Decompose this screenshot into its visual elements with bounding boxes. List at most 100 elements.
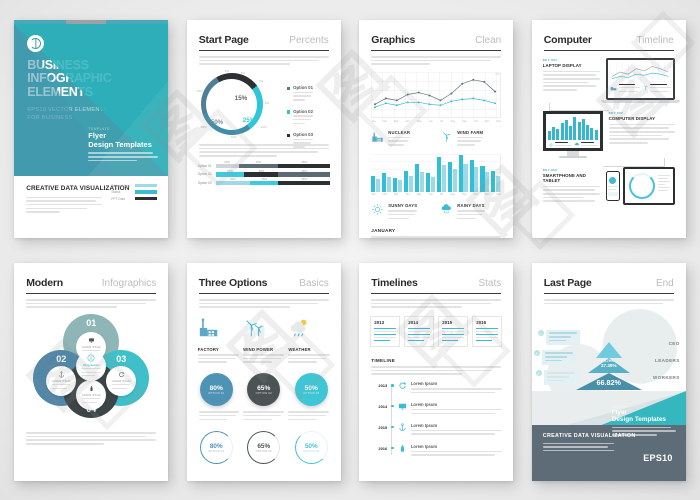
percent-circle-02[interactable]: 65% OPTION 02 [247,373,281,407]
weather-sunny: SUNNY DAYS [371,203,432,221]
option-name: WIND POWER [243,347,274,353]
timeline-item[interactable]: 2015 Lorem Ipsum [370,423,503,437]
last-page-footer: TEMPLATE Flyer Design Templates CREATIVE… [531,390,686,481]
percent-label: OPTION 02 [255,449,272,453]
option-name: FACTORY [197,347,219,353]
percent-ring-01[interactable]: 80% OPTION 01 [199,431,233,465]
header-rule [198,292,329,295]
brochure-grid: BUSINESS INFOGRAPHIC ELEMENTS EPS10 VECT… [0,0,700,500]
year-label: 2016 [476,320,487,326]
legend-row: Status [111,190,158,194]
page-modern[interactable]: Modern Infographics 01 02 03 04 [14,262,169,481]
phone-mockup [605,171,620,202]
sun-icon [549,143,553,147]
pyramid-value: 66.82% [596,378,621,388]
timeline-item[interactable]: 2016 Lorem Ipsum [370,444,503,458]
anchor-icon [58,371,64,379]
header-rule [543,49,674,52]
donut-tick: 7% [258,79,264,84]
timeline-title: Lorem Ipsum [410,401,438,407]
percent-value: 65% [257,442,271,450]
refresh-icon [118,372,124,378]
footer-badge: TEMPLATE Flyer Design Templates [611,405,676,438]
header-rule [371,49,502,52]
legend-row: PPT Data [111,196,158,201]
weather-row: SUNNY DAYS RAINY DAYS [371,203,501,221]
bar-segment: 25% [249,177,279,185]
line-chart-xaxis: Jan Feb Mar Apr May Jun Jul Aug Sep Oct Nov De… [371,119,502,123]
legend-swatch [135,196,158,201]
bar-segment: 20% [215,160,239,169]
petal-number: 02 [56,354,67,365]
timeline-item[interactable]: 2014 Lorem Ipsum [370,401,503,416]
donut-tick: 25% [200,125,207,130]
year-label: 2015 [442,320,453,326]
year-box[interactable]: 2014 [404,316,435,348]
cover-badge-title: Flyer Design Templates [88,131,152,150]
percent-ring-02[interactable]: 65% OPTION 02 [247,431,281,465]
weather-name: RAINY DAYS [457,203,485,209]
page-cover[interactable]: BUSINESS INFOGRAPHIC ELEMENTS EPS10 VECT… [14,19,169,238]
donut-tick: 3% [224,69,230,74]
page-subtitle: Percents [289,34,329,46]
page-title: Three Options [198,276,268,289]
pyramid-label-ceo: CEO [668,341,680,347]
legend-swatch [286,86,291,90]
month-heading: JANUARY [371,228,396,234]
percent-donut-chart: 15% 25% 50% 3% 5% 7% 9% 12% 20% 25% 10% … [197,69,341,148]
page-header: Modern Infographics [14,277,168,289]
weather-name: SUNNY DAYS [388,203,418,209]
year-box[interactable]: 2015 [438,316,469,348]
page-computer[interactable]: Computer Timeline KEY 001 LAPTOP DISPLAY [531,19,686,238]
monitor-icon [398,403,406,410]
page-three-options[interactable]: Three Options Basics FACTORY WIND POWER … [186,262,341,481]
page-last[interactable]: Last Page End 27.39% 66.82% 5.79% CEO LE… [531,262,686,481]
petal-label: LOREM IPSUM [51,379,71,383]
year-box[interactable]: 2013 [370,316,401,348]
donut-tick: 20% [196,89,203,94]
percent-value: 50% [304,442,318,450]
header-rule [543,292,674,295]
topic-name: NUCLEAR [388,129,411,135]
option-name: WEATHER [288,347,311,353]
petal-label: LOREM IPSUM [81,393,101,397]
bar-segment: 45% [278,160,330,169]
timeline-item[interactable]: 2013 Lorem Ipsum [370,381,503,395]
percent-value: 65% [257,384,271,392]
option-icon-row: FACTORY WIND POWER WEATHER [197,317,330,365]
donut-tick: 5% [240,71,246,76]
pyramid-label-leaders: LEADERS [654,358,680,364]
page-graphics[interactable]: Graphics Clean 100 Jan Feb Mar Apr May J… [359,19,514,238]
factory-icon [372,132,383,142]
page-subtitle: Timeline [636,34,674,46]
pyramid-tier-ceo [595,342,622,359]
section-paragraph [371,366,502,375]
page-header: Computer Timeline [532,34,686,46]
percent-value: 80% [209,384,223,392]
legend-item: Option 01 [286,85,341,103]
page-title: Timelines [371,276,418,289]
bar-segment: 35% [238,160,279,169]
option-caption-row [198,411,329,422]
callout-2: i [533,350,576,366]
percent-ring-03[interactable]: 50% OPTION 03 [294,431,328,465]
page-header: Start Page Percents [187,34,341,46]
page-title: Computer [543,33,592,46]
page-start[interactable]: Start Page Percents 15% 25% 50% 3% 5% 7%… [186,19,341,238]
factory-icon [199,318,217,337]
timeline-year: 2015 [378,424,388,430]
page-subtitle: Basics [299,277,329,289]
percent-circle-01[interactable]: 80% OPTION 01 [199,373,233,407]
intro-paragraph [543,299,674,305]
line-chart: 100 [371,72,502,119]
bar-row-label: Option 01 [197,163,212,168]
info-icon [87,354,95,362]
page-title: Last Page [543,276,592,289]
percent-circle-03[interactable]: 50% OPTION 03 [294,373,328,407]
bar-row: Option 03 30% 25% 45% [198,177,330,185]
year-box[interactable]: 2016 [472,316,503,348]
page-timelines[interactable]: Timelines Stats 2013 2014 2015 2016 TIME… [359,262,514,481]
bar-segment: 25% [215,169,245,177]
sun-icon [372,204,383,215]
donut-label: 50% [210,119,224,127]
